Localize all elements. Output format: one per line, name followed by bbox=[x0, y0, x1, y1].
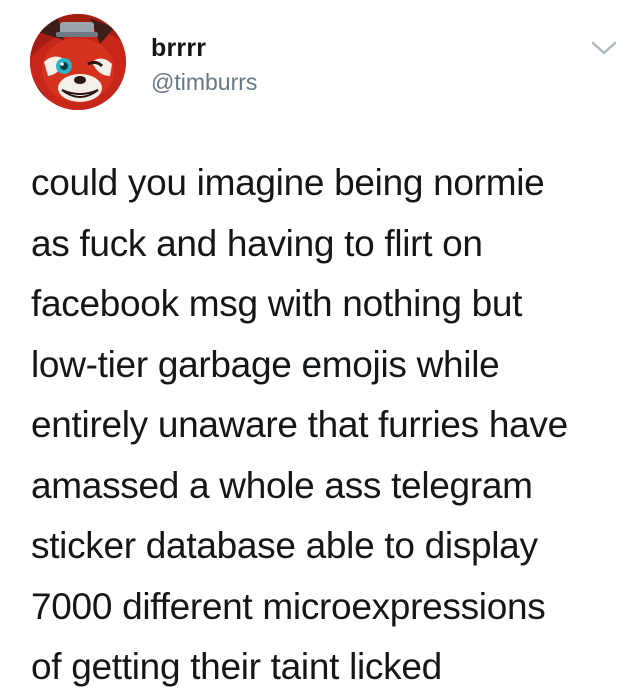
tweet-text-line: amassed a whole ass telegram bbox=[31, 464, 533, 506]
tweet-text-line: of getting their taint licked bbox=[31, 646, 442, 687]
tweet-card: brrrr @timburrs could you imagine being … bbox=[0, 0, 640, 687]
tweet-text-line: entirely unaware that furries have bbox=[31, 404, 568, 445]
tweet-text-line: low-tier garbage emojis while bbox=[31, 343, 500, 385]
user-handle[interactable]: @timburrs bbox=[151, 67, 257, 97]
tweet-text-line: facebook msg with nothing but bbox=[31, 283, 523, 324]
chevron-down-icon[interactable] bbox=[590, 38, 618, 58]
tweet-text: could you imagine being normie as fuck a… bbox=[31, 153, 611, 698]
tweet-header: brrrr @timburrs bbox=[30, 14, 620, 112]
red-panda-avatar-icon bbox=[30, 14, 126, 110]
tweet-text-line: sticker database able to display bbox=[31, 525, 538, 566]
tweet-text-line: 7000 different microexpressions bbox=[31, 585, 546, 627]
tweet-text-line: could you imagine being normie bbox=[31, 162, 545, 203]
tweet-text-line: as fuck and having to flirt on bbox=[31, 222, 483, 264]
user-names: brrrr @timburrs bbox=[151, 33, 257, 97]
avatar[interactable] bbox=[30, 14, 126, 110]
display-name[interactable]: brrrr bbox=[151, 33, 257, 63]
